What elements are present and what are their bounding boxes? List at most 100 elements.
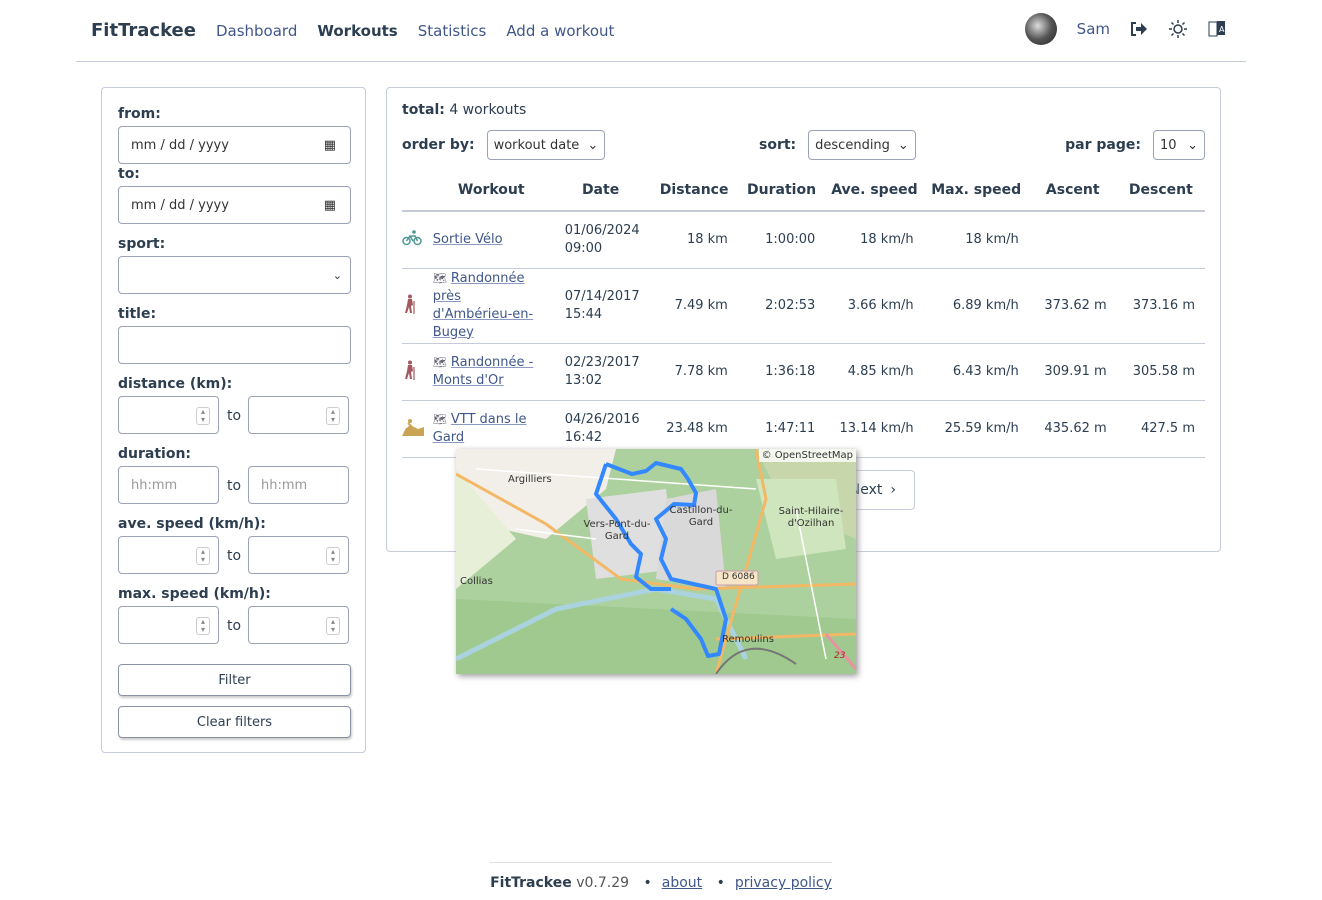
sort-select[interactable]: descending ⌄ bbox=[808, 130, 916, 160]
to-date-input[interactable]: mm / dd / yyyy ▦ bbox=[118, 186, 351, 224]
brand-logo[interactable]: FitTrackee bbox=[91, 20, 196, 41]
map-icon[interactable]: 🗺︎ bbox=[433, 356, 447, 369]
svg-text:A: A bbox=[1219, 25, 1225, 34]
workout-link[interactable]: Randonnée près d'Ambérieu-en-Bugey bbox=[433, 271, 533, 340]
workout-link[interactable]: Randonnée - Monts d'Or bbox=[433, 355, 534, 388]
language-icon[interactable]: A bbox=[1208, 19, 1226, 39]
distance-min-input[interactable]: ▴ ▾ bbox=[118, 396, 219, 434]
user-name[interactable]: Sam bbox=[1077, 20, 1110, 38]
max-speed-cell: 6.89 km/h bbox=[923, 268, 1029, 344]
footer-version: v0.7.29 bbox=[576, 875, 630, 891]
sport-select[interactable]: ⌄ bbox=[118, 256, 351, 294]
ave-speed-min-input[interactable]: ▴ ▾ bbox=[118, 536, 219, 574]
map-label: Remoulins bbox=[722, 634, 774, 645]
per-page-select[interactable]: 10 ⌄ bbox=[1153, 130, 1205, 160]
duration-label: duration: bbox=[118, 446, 192, 462]
per-page-value: 10 bbox=[1160, 137, 1177, 153]
ascent-cell: 373.62 m bbox=[1028, 268, 1117, 344]
workout-link[interactable]: VTT dans le Gard bbox=[433, 412, 527, 445]
col-max-speed[interactable]: Max. speed bbox=[923, 169, 1029, 212]
logout-icon[interactable] bbox=[1130, 21, 1148, 37]
col-distance[interactable]: Distance bbox=[650, 169, 738, 212]
chevron-down-icon: ⌄ bbox=[332, 268, 342, 282]
placeholder: hh:mm bbox=[131, 477, 178, 493]
max-speed-min-input[interactable]: ▴ ▾ bbox=[118, 606, 219, 644]
duration-cell: 1:00:00 bbox=[737, 211, 826, 269]
ave-speed-label: ave. speed (km/h): bbox=[118, 516, 266, 532]
workout-link[interactable]: Sortie Vélo bbox=[433, 232, 503, 247]
to-text: to bbox=[227, 408, 242, 424]
chevron-down-icon: ⌄ bbox=[587, 137, 599, 153]
table-row[interactable]: 🗺︎ Randonnée près d'Ambérieu-en-Bugey 07… bbox=[402, 268, 1205, 344]
per-page-label: par page: bbox=[1065, 137, 1141, 153]
clear-filters-button[interactable]: Clear filters bbox=[118, 706, 351, 738]
spinner-icon[interactable]: ▴ ▾ bbox=[326, 617, 340, 635]
to-label: to: bbox=[118, 166, 140, 182]
total-value: 4 workouts bbox=[449, 102, 527, 118]
map-attribution[interactable]: © OpenStreetMap bbox=[758, 449, 856, 462]
chevron-right-icon: › bbox=[890, 482, 896, 498]
theme-sun-icon[interactable] bbox=[1168, 19, 1188, 39]
total: total: 4 workouts bbox=[402, 102, 526, 118]
sport-icon-mountain-biking bbox=[402, 400, 432, 458]
col-ascent[interactable]: Ascent bbox=[1028, 169, 1117, 212]
spinner-icon[interactable]: ▴ ▾ bbox=[196, 617, 210, 635]
distance-max-input[interactable]: ▴ ▾ bbox=[248, 396, 349, 434]
sport-icon-hiking bbox=[402, 343, 432, 401]
duration-cell: 2:02:53 bbox=[737, 268, 826, 344]
table-row[interactable]: 🗺︎ Randonnée - Monts d'Or 02/23/2017 13:0… bbox=[402, 343, 1205, 401]
distance-cell: 7.78 km bbox=[650, 343, 738, 401]
workout-map-preview: © OpenStreetMap Argilliers Vers-Pont-du-… bbox=[456, 449, 856, 674]
avatar[interactable] bbox=[1024, 13, 1057, 45]
max-speed-cell: 25.59 km/h bbox=[923, 400, 1029, 458]
duration-cell: 1:36:18 bbox=[737, 343, 826, 401]
descent-cell: 305.58 m bbox=[1116, 343, 1205, 401]
duration-min-input[interactable]: hh:mm bbox=[118, 466, 219, 504]
map-label: Argilliers bbox=[508, 474, 552, 485]
col-date[interactable]: Date bbox=[550, 169, 651, 212]
ascent-cell bbox=[1028, 211, 1117, 269]
nav-dashboard[interactable]: Dashboard bbox=[216, 22, 297, 40]
spinner-icon[interactable]: ▴ ▾ bbox=[196, 407, 210, 425]
title-input[interactable] bbox=[118, 326, 351, 364]
workouts-table: Workout Date Distance Duration Ave. spee… bbox=[402, 169, 1205, 458]
sport-icon-cycling bbox=[402, 211, 432, 269]
privacy-policy-link[interactable]: privacy policy bbox=[735, 875, 832, 891]
from-placeholder: mm / dd / yyyy bbox=[131, 137, 229, 153]
map-road-label: D 6086 bbox=[722, 572, 755, 582]
calendar-icon[interactable]: ▦ bbox=[324, 198, 336, 213]
ave-speed-cell: 3.66 km/h bbox=[825, 268, 924, 344]
col-ave-speed[interactable]: Ave. speed bbox=[825, 169, 924, 212]
nav-add-workout[interactable]: Add a workout bbox=[506, 22, 614, 40]
col-duration[interactable]: Duration bbox=[737, 169, 826, 212]
spinner-icon[interactable]: ▴ ▾ bbox=[196, 547, 210, 565]
map-icon[interactable]: 🗺︎ bbox=[433, 413, 447, 426]
order-by-value: workout date bbox=[493, 137, 580, 153]
descent-cell: 373.16 m bbox=[1116, 268, 1205, 344]
table-row[interactable]: Sortie Vélo 01/06/2024 09:00 18 km 1:00:0… bbox=[402, 211, 1205, 269]
from-date-input[interactable]: mm / dd / yyyy ▦ bbox=[118, 126, 351, 164]
nav-statistics[interactable]: Statistics bbox=[418, 22, 487, 40]
calendar-icon[interactable]: ▦ bbox=[324, 138, 336, 153]
ave-speed-cell: 18 km/h bbox=[825, 211, 924, 269]
order-by-select[interactable]: workout date ⌄ bbox=[486, 130, 606, 160]
descent-cell bbox=[1116, 211, 1205, 269]
col-icon bbox=[402, 169, 432, 212]
workout-title-cell: Sortie Vélo bbox=[431, 211, 551, 269]
nav-workouts[interactable]: Workouts bbox=[317, 22, 397, 40]
ave-speed-max-input[interactable]: ▴ ▾ bbox=[248, 536, 349, 574]
duration-max-input[interactable]: hh:mm bbox=[248, 466, 349, 504]
col-descent[interactable]: Descent bbox=[1116, 169, 1205, 212]
map-road-label: 23 bbox=[834, 651, 846, 661]
spinner-icon[interactable]: ▴ ▾ bbox=[326, 407, 340, 425]
navbar: FitTrackee Dashboard Workouts Statistics… bbox=[76, 0, 1246, 62]
filter-button[interactable]: Filter bbox=[118, 664, 351, 696]
distance-label: distance (km): bbox=[118, 376, 233, 392]
max-speed-max-input[interactable]: ▴ ▾ bbox=[248, 606, 349, 644]
col-workout[interactable]: Workout bbox=[431, 169, 551, 212]
map-icon[interactable]: 🗺︎ bbox=[433, 272, 447, 285]
spinner-icon[interactable]: ▴ ▾ bbox=[326, 547, 340, 565]
about-link[interactable]: about bbox=[662, 875, 702, 891]
time: 15:44 bbox=[564, 306, 603, 322]
from-label: from: bbox=[118, 106, 161, 122]
